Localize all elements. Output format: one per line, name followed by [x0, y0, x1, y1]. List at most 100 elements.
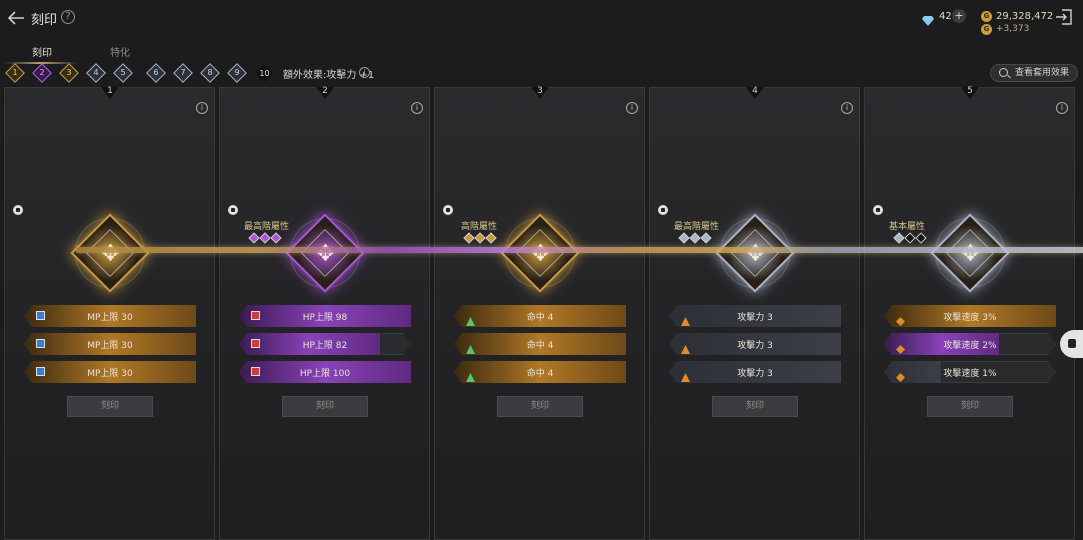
knot-icon: ✥ [961, 241, 980, 267]
lock-icon[interactable] [228, 205, 238, 215]
engrave-slot-panel: 1 i ✥ MP上限 30 MP上限 30 MP上限 30 刻印 [4, 86, 215, 540]
engrave-button[interactable]: 刻印 [927, 396, 1013, 417]
attribute-tier-label: 最高階屬性 [674, 222, 720, 232]
info-icon[interactable]: i [841, 102, 853, 114]
stat-row[interactable]: 攻擊力 3 [669, 361, 841, 383]
engrave-button[interactable]: 刻印 [67, 396, 153, 417]
stat-label: HP上限 82 [302, 341, 348, 351]
stat-label: HP上限 100 [299, 369, 351, 379]
diamond-icon [922, 11, 934, 26]
info-icon[interactable]: i [626, 102, 638, 114]
engrave-button[interactable]: 刻印 [282, 396, 368, 417]
tab-bar: 刻印 特化 [0, 40, 1083, 64]
exit-icon[interactable] [1054, 7, 1074, 27]
stat-label: HP上限 98 [302, 313, 348, 323]
engrave-emblem-icon[interactable]: ✥ [70, 213, 150, 293]
engrave-emblem-icon[interactable]: ✥ [715, 213, 795, 293]
help-icon[interactable]: ? [61, 10, 75, 24]
stat-label: 攻擊速度 3% [943, 313, 997, 323]
search-icon [999, 68, 1008, 77]
gem-count: 42 [939, 11, 952, 22]
stat-row[interactable]: MP上限 30 [24, 361, 196, 383]
gold-coin-icon: G [981, 11, 992, 22]
attribute-gem-icon [485, 232, 497, 244]
panel-number: 3 [537, 86, 543, 96]
stat-row[interactable]: HP上限 100 [239, 361, 411, 383]
attribute-tier-label: 高階屬性 [461, 222, 498, 232]
add-gem-button[interactable]: + [952, 9, 966, 23]
engrave-button[interactable]: 刻印 [712, 396, 798, 417]
attribute-gem-icon [904, 232, 916, 244]
stat-label: 攻擊力 3 [737, 369, 773, 379]
stat-label: MP上限 30 [87, 369, 133, 379]
tab-engrave[interactable]: 刻印 [32, 44, 52, 59]
attribute-gem-icon [700, 232, 712, 244]
stat-label: 命中 4 [526, 369, 554, 379]
info-icon[interactable]: i [196, 102, 208, 114]
view-applied-effects-button[interactable]: 查看套用效果 [990, 64, 1078, 82]
side-drawer-handle[interactable] [1060, 330, 1083, 358]
lock-icon[interactable] [873, 205, 883, 215]
stat-row[interactable]: HP上限 82 [239, 333, 411, 355]
stat-label: 攻擊速度 2% [943, 341, 997, 351]
stat-row[interactable]: 命中 4 [454, 361, 626, 383]
stat-row[interactable]: MP上限 30 [24, 305, 196, 327]
knot-icon: ✥ [101, 241, 120, 267]
energy-beam [76, 247, 1083, 253]
level-diamond: 4 [86, 63, 106, 83]
lock-icon[interactable] [13, 205, 23, 215]
attribute-gem-icon [463, 232, 475, 244]
lock-icon[interactable] [443, 205, 453, 215]
engrave-slot-panel: 4 i 最高階屬性 ✥ 攻擊力 3 攻擊力 3 攻擊力 3 刻印 [649, 86, 860, 540]
info-icon[interactable]: i [411, 102, 423, 114]
stat-label: 攻擊力 3 [737, 341, 773, 351]
gold-amount: 29,328,472 [996, 11, 1054, 22]
engrave-slot-panel: 2 i 最高階屬性 ✥ HP上限 98 HP上限 82 HP上限 100 刻印 [219, 86, 430, 540]
attribute-gem-icon [689, 232, 701, 244]
level-diamond: 1 [5, 63, 25, 83]
lock-icon[interactable] [658, 205, 668, 215]
stat-label: 命中 4 [526, 341, 554, 351]
stat-row[interactable]: 攻擊速度 3% [884, 305, 1056, 327]
stat-row[interactable]: HP上限 98 [239, 305, 411, 327]
engrave-emblem-icon[interactable]: ✥ [930, 213, 1010, 293]
knot-icon: ✥ [316, 241, 335, 267]
stat-row[interactable]: 攻擊力 3 [669, 305, 841, 327]
panel-number: 5 [967, 86, 973, 96]
attribute-tier-label: 基本屬性 [889, 222, 926, 232]
attribute-gem-icon [474, 232, 486, 244]
stat-label: 命中 4 [526, 313, 554, 323]
level-diamond: 2 [32, 63, 52, 83]
level-diamond: 9 [227, 63, 247, 83]
attribute-tier-label: 最高階屬性 [244, 222, 290, 232]
attribute-gem-icon [270, 232, 282, 244]
info-icon[interactable]: i [1056, 102, 1068, 114]
stat-label: MP上限 30 [87, 313, 133, 323]
panel-number: 4 [752, 86, 758, 96]
attribute-gem-icon [893, 232, 905, 244]
stat-row[interactable]: 攻擊力 3 [669, 333, 841, 355]
tab-specialize[interactable]: 特化 [110, 44, 130, 59]
stat-row[interactable]: 攻擊速度 1% [884, 361, 1056, 383]
level-diamond: 6 [146, 63, 166, 83]
engrave-button[interactable]: 刻印 [497, 396, 583, 417]
engrave-slot-panel: 5 i 基本屬性 ✥ 攻擊速度 3% 攻擊速度 2% 攻擊速度 1% 刻印 [864, 86, 1075, 540]
level-diamond: 8 [200, 63, 220, 83]
page-title: 刻印 [31, 13, 58, 28]
attribute-gem-icon [915, 232, 927, 244]
stat-row[interactable]: 攻擊速度 2% [884, 333, 1056, 355]
stat-label: 攻擊速度 1% [943, 369, 997, 379]
back-arrow-icon[interactable] [6, 8, 26, 28]
info-icon[interactable]: i [359, 67, 370, 78]
stat-row[interactable]: MP上限 30 [24, 333, 196, 355]
panel-number: 2 [322, 86, 328, 96]
stat-row[interactable]: 命中 4 [454, 333, 626, 355]
attribute-gem-icon [259, 232, 271, 244]
engrave-emblem-icon[interactable]: ✥ [285, 213, 365, 293]
stat-label: 攻擊力 3 [737, 313, 773, 323]
stat-row[interactable]: 命中 4 [454, 305, 626, 327]
knot-icon: ✥ [746, 241, 765, 267]
engrave-emblem-icon[interactable]: ✥ [500, 213, 580, 293]
level-diamond: 7 [173, 63, 193, 83]
attribute-gem-icon [678, 232, 690, 244]
